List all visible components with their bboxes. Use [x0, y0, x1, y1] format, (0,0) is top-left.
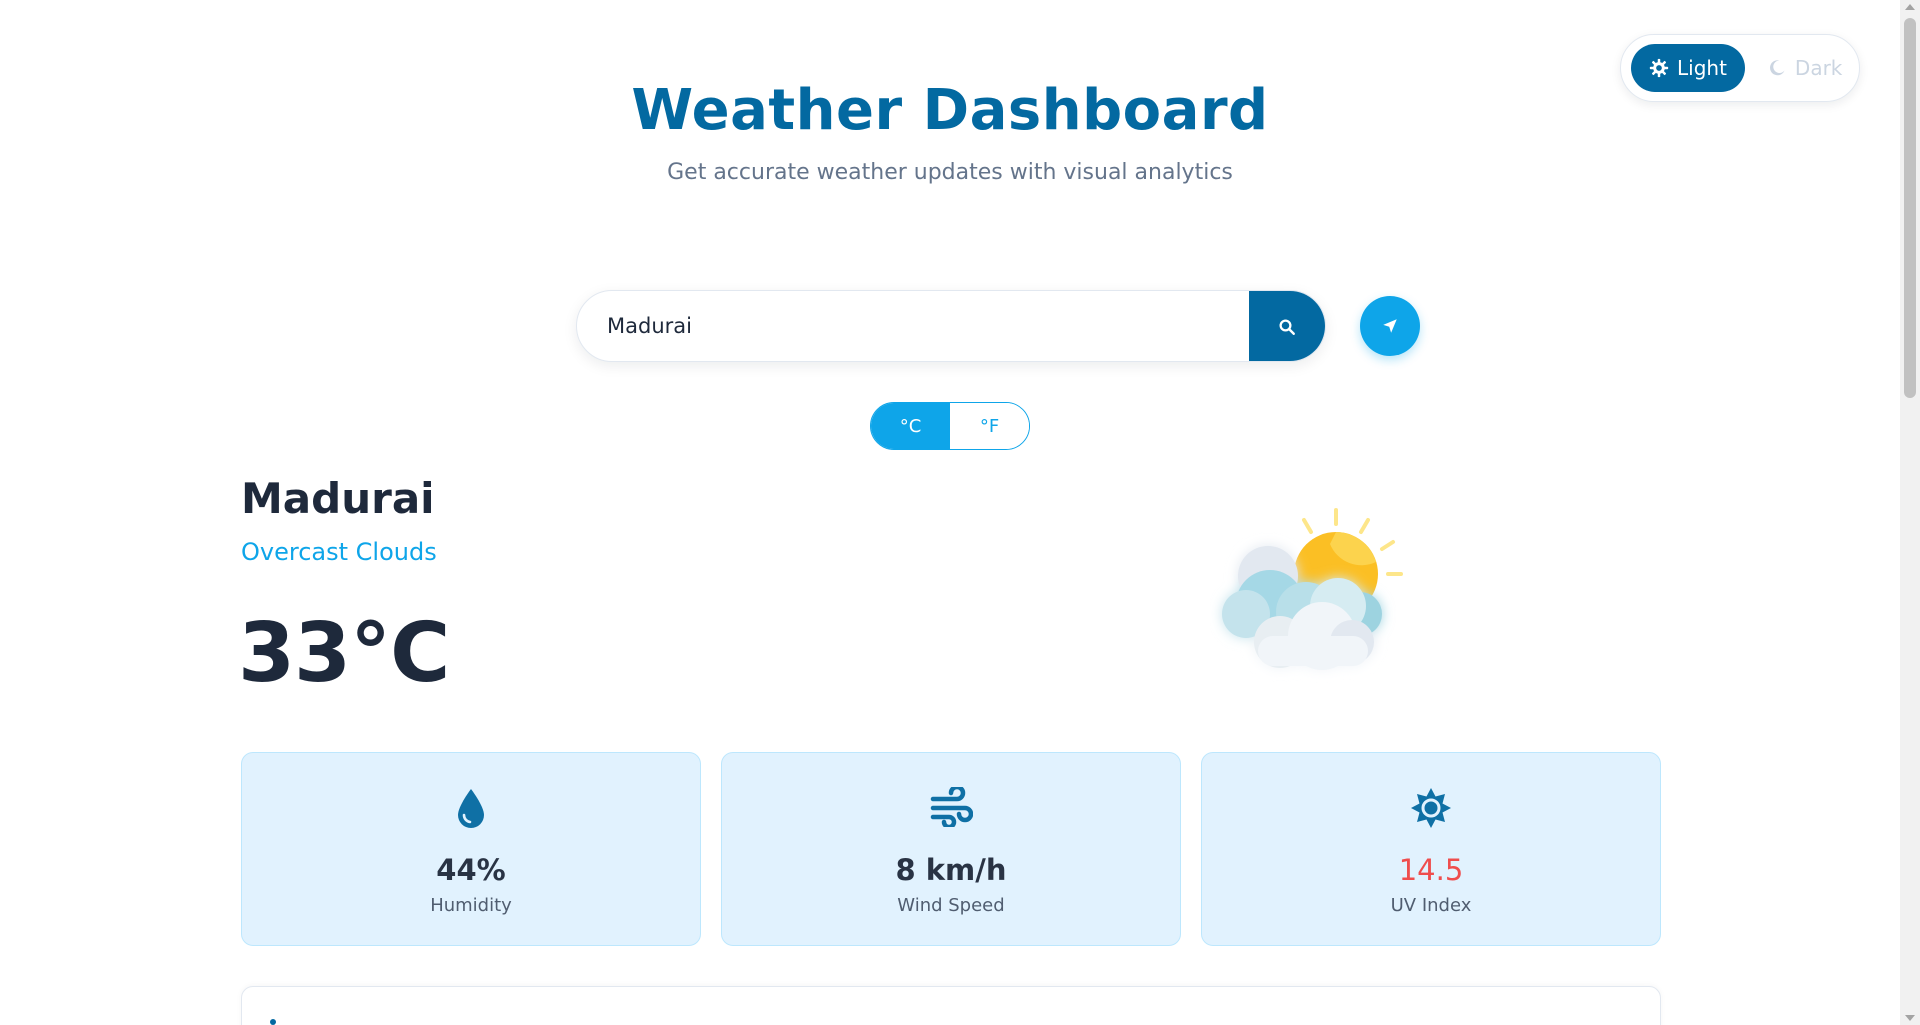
unit-toggle: °C °F	[870, 402, 1030, 450]
scroll-thumb[interactable]	[1904, 18, 1916, 398]
humidity-value: 44%	[436, 853, 506, 887]
weather-dashboard-page: Light Dark Weather Dashboard Get accurat…	[0, 0, 1900, 1025]
light-theme-label: Light	[1677, 56, 1727, 80]
uv-index-value: 14.5	[1398, 853, 1464, 887]
location-arrow-icon	[1383, 319, 1397, 333]
droplet-icon	[458, 789, 484, 828]
sun-icon	[1411, 788, 1451, 828]
gear-sun-icon	[1649, 58, 1669, 78]
forecast-panel	[241, 986, 1661, 1025]
current-temperature: 33°C	[238, 606, 450, 701]
search-button[interactable]	[1249, 291, 1325, 361]
sun-behind-clouds-icon	[1222, 508, 1403, 670]
uv-index-card: 14.5 UV Index	[1201, 752, 1661, 946]
humidity-card: 44% Humidity	[241, 752, 701, 946]
fahrenheit-button[interactable]: °F	[950, 403, 1029, 449]
search-icon	[1279, 319, 1295, 335]
dark-theme-label: Dark	[1794, 56, 1843, 80]
wind-speed-card: 8 km/h Wind Speed	[721, 752, 1181, 946]
scroll-down-arrow[interactable]	[1905, 1015, 1915, 1021]
celsius-button[interactable]: °C	[871, 403, 950, 449]
city-name: Madurai	[241, 474, 435, 523]
humidity-label: Humidity	[430, 895, 512, 916]
page-subtitle: Get accurate weather updates with visual…	[667, 160, 1233, 185]
wind-speed-label: Wind Speed	[897, 895, 1005, 916]
wind-speed-value: 8 km/h	[895, 853, 1007, 887]
weather-condition: Overcast Clouds	[241, 538, 437, 566]
current-location-button[interactable]	[1360, 296, 1420, 356]
panel-heading-marker	[270, 1019, 276, 1025]
page-scrollbar[interactable]	[1900, 0, 1920, 1025]
wind-icon	[930, 787, 973, 827]
moon-icon	[1769, 60, 1785, 76]
page-title: Weather Dashboard	[631, 78, 1269, 143]
search-bar	[576, 290, 1326, 362]
scroll-up-arrow[interactable]	[1905, 4, 1915, 10]
city-search-input[interactable]	[577, 291, 1249, 361]
uv-index-label: UV Index	[1390, 895, 1472, 916]
